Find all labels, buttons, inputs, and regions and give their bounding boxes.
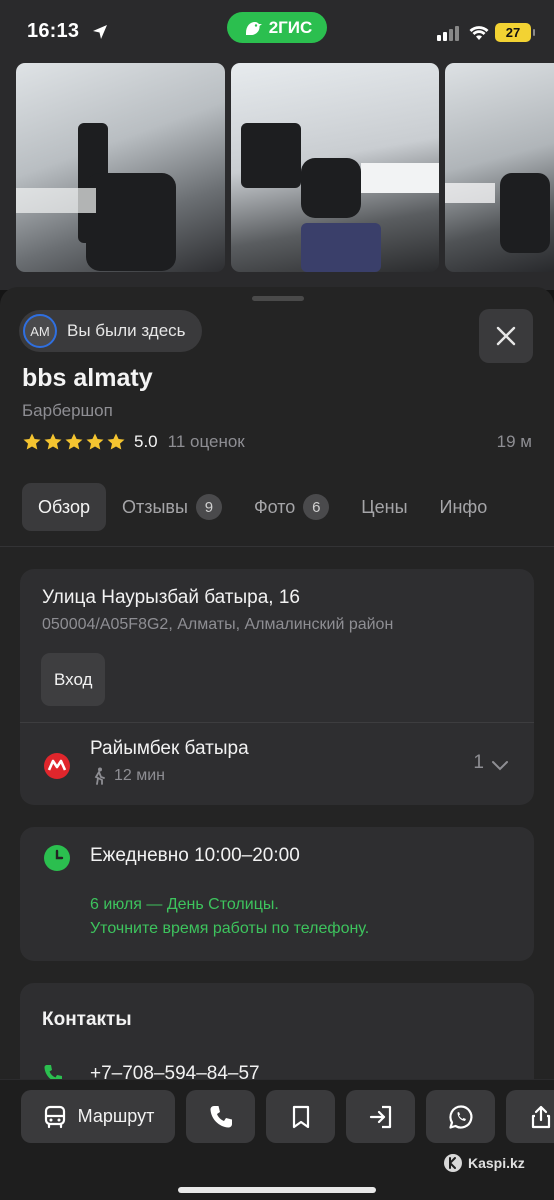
tab-prices[interactable]: Цены (345, 483, 423, 531)
tab-bar: Обзор Отзывы 9 Фото 6 Цены Инфо (22, 483, 503, 531)
photo-counter (445, 183, 495, 203)
walking-icon (94, 767, 105, 785)
tab-label: Отзывы (122, 496, 188, 517)
divider (20, 722, 534, 723)
tab-label: Инфо (439, 496, 488, 517)
address-details: 050004/A05F8G2, Алматы, Алмалинский райо… (42, 616, 394, 633)
entrance-nav-button[interactable] (346, 1090, 415, 1143)
photo-sofa (241, 123, 301, 188)
rating-count: 11 оценок (167, 432, 245, 451)
walk-time: 12 мин (114, 767, 166, 784)
walk-time-row: 12 мин (90, 767, 165, 785)
holiday-note-line: 6 июля — День Столицы. (90, 896, 279, 913)
holiday-note-line: Уточните время работы по телефону. (90, 920, 370, 937)
visited-label: Вы были здесь (67, 321, 186, 340)
phone-icon (210, 1105, 232, 1127)
whatsapp-button[interactable] (426, 1090, 495, 1143)
hours-schedule: Ежедневно 10:00–20:00 (90, 845, 300, 866)
address-card: Улица Наурызбай батыра, 16 050004/A05F8G… (20, 569, 534, 805)
gallery-photo[interactable] (445, 63, 554, 272)
metro-count: 1 (473, 752, 484, 773)
rating-stars (22, 432, 126, 452)
status-time: 16:13 (27, 20, 80, 42)
chevron-down-icon[interactable] (490, 755, 510, 775)
contacts-title: Контакты (42, 1009, 132, 1030)
photo-chair (301, 158, 361, 218)
star-icon (86, 433, 104, 450)
watermark-text: Kaspi.kz (468, 1155, 525, 1171)
clock-icon (44, 845, 70, 871)
home-indicator[interactable] (178, 1187, 376, 1193)
sheet-grabber[interactable] (252, 296, 304, 301)
divider (0, 546, 554, 547)
whatsapp-icon (448, 1104, 472, 1129)
wifi-icon (469, 26, 489, 40)
entrance-button[interactable]: Вход (41, 653, 106, 706)
watermark: Kaspi.kz (443, 1153, 525, 1173)
photo-chair (86, 173, 176, 271)
tab-badge: 9 (195, 494, 222, 520)
distance-label: 19 м (496, 432, 532, 451)
star-icon (23, 433, 41, 450)
tab-label: Обзор (38, 496, 90, 517)
photo-counter (361, 163, 439, 193)
tab-reviews[interactable]: Отзывы 9 (106, 483, 238, 531)
tab-photos[interactable]: Фото 6 (238, 483, 345, 531)
place-title: bbs almaty (22, 364, 153, 392)
star-icon (65, 433, 83, 450)
tab-info[interactable]: Инфо (424, 483, 504, 531)
photo-chair (500, 173, 550, 253)
bookmark-icon (292, 1105, 309, 1128)
place-category: Барбершоп (22, 401, 113, 420)
status-bar: 16:13 2ГИС 27 (0, 0, 554, 62)
hours-card[interactable]: Ежедневно 10:00–20:00 6 июля — День Стол… (20, 827, 534, 961)
address-street[interactable]: Улица Наурызбай батыра, 16 (42, 587, 300, 609)
star-icon (44, 433, 62, 450)
photo-rug (301, 223, 381, 272)
gallery-photo[interactable] (231, 63, 439, 272)
share-button[interactable] (506, 1090, 554, 1143)
rating-score: 5.0 (134, 432, 158, 451)
route-label: Маршрут (77, 1106, 155, 1126)
close-button[interactable] (479, 309, 533, 363)
location-arrow-icon (93, 25, 107, 39)
call-button[interactable] (186, 1090, 255, 1143)
photo-gallery[interactable] (0, 62, 554, 290)
avatar: AM (23, 314, 57, 348)
brand-bird-icon (245, 21, 262, 35)
brand-logo: 2ГИС (227, 12, 327, 43)
gallery-photo[interactable] (16, 63, 225, 272)
close-icon (496, 326, 516, 346)
tab-badge: 6 (303, 494, 330, 520)
holiday-note: 6 июля — День Столицы. Уточните время ра… (90, 893, 369, 941)
share-icon (531, 1105, 550, 1128)
tab-label: Фото (253, 496, 296, 517)
metro-station[interactable]: Райымбек батыра (90, 738, 249, 760)
photo-counter (16, 188, 96, 213)
brand-name: 2ГИС (268, 17, 313, 37)
bookmark-button[interactable] (266, 1090, 335, 1143)
tab-overview[interactable]: Обзор (22, 483, 106, 531)
tab-label: Цены (361, 496, 408, 517)
enter-icon (369, 1105, 391, 1128)
metro-icon (44, 753, 70, 779)
visited-chip[interactable]: AM Вы были здесь (19, 310, 202, 352)
rating-row[interactable]: 5.0 11 оценок (22, 430, 245, 454)
star-icon (107, 433, 125, 450)
kaspi-logo-icon (444, 1154, 462, 1172)
cellular-signal-icon (437, 26, 459, 41)
battery-indicator: 27 (495, 23, 535, 42)
route-button[interactable]: Маршрут (21, 1090, 175, 1143)
bus-icon (44, 1105, 65, 1128)
